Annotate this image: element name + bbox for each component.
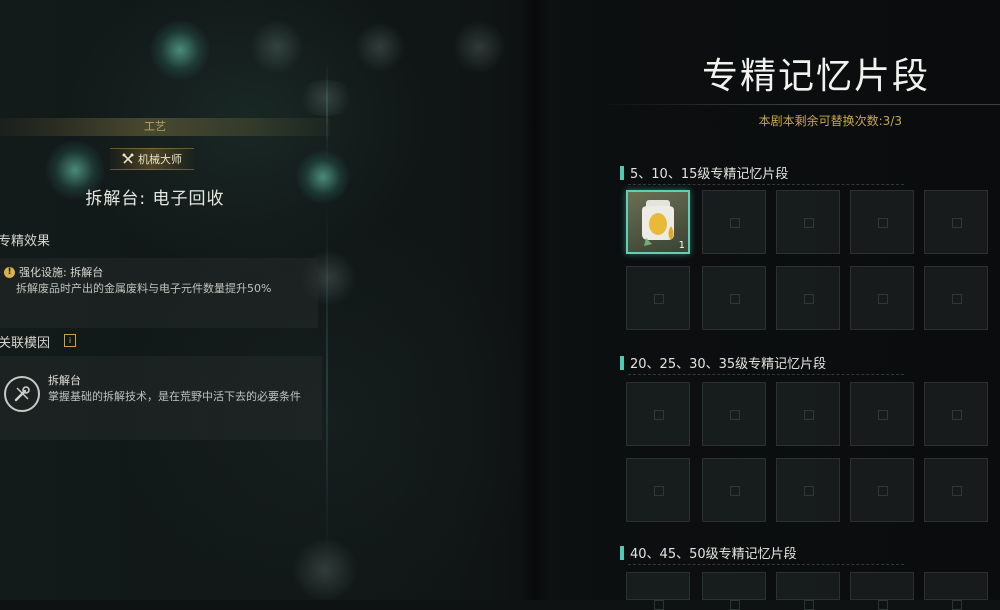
tier-divider — [628, 374, 904, 375]
tier-label: 40、45、50级专精记忆片段 — [630, 547, 797, 562]
memory-slot-empty[interactable] — [776, 382, 840, 446]
skill-node[interactable] — [290, 540, 360, 600]
memory-slot-empty[interactable] — [776, 266, 840, 330]
memory-slot-empty[interactable] — [702, 190, 766, 254]
memory-slot-empty[interactable] — [776, 458, 840, 522]
skill-node[interactable] — [150, 20, 210, 80]
tools-icon — [4, 376, 40, 412]
memory-slot-empty[interactable] — [626, 266, 690, 330]
skill-node[interactable] — [452, 20, 506, 74]
remaining-replacements: 本剧本剩余可替换次数:3/3 — [758, 114, 902, 128]
memory-slot-empty[interactable] — [850, 572, 914, 610]
memory-slot-empty[interactable] — [924, 266, 988, 330]
effect-header: ! 强化设施: 拆解台 — [4, 264, 103, 280]
memory-slot-empty[interactable] — [776, 190, 840, 254]
memory-slot-empty[interactable] — [850, 190, 914, 254]
tier-header: 40、45、50级专精记忆片段 — [620, 543, 797, 562]
related-gene-card[interactable]: 拆解台 掌握基础的拆解技术，是在荒野中活下去的必要条件 — [0, 356, 322, 440]
tier-header: 20、25、30、35级专精记忆片段 — [620, 353, 826, 372]
info-tag-icon[interactable]: i — [64, 334, 76, 347]
tier-divider — [628, 184, 904, 185]
effect-box: ! 强化设施: 拆解台 拆解废品时产出的金属废料与电子元件数量提升50% — [0, 258, 318, 328]
wrench-cross-icon — [122, 153, 134, 164]
tier-label: 20、25、30、35级专精记忆片段 — [630, 357, 827, 372]
effect-name: 强化设施: 拆解台 — [19, 266, 104, 279]
memory-slot-empty[interactable] — [626, 458, 690, 522]
gene-section-title: 关联模因 — [0, 336, 51, 351]
category-label: 工艺 — [144, 120, 166, 133]
effect-description: 拆解废品时产出的金属废料与电子元件数量提升50% — [16, 282, 272, 295]
master-badge-label: 机械大师 — [138, 153, 182, 166]
memory-slot-empty[interactable] — [626, 572, 690, 610]
effect-section-title: 专精效果 — [0, 234, 51, 249]
tier-label: 5、10、15级专精记忆片段 — [630, 167, 789, 182]
memory-slot-empty[interactable] — [850, 266, 914, 330]
memory-slot-empty[interactable] — [702, 458, 766, 522]
facility-title: 拆解台: 电子回收 — [85, 189, 225, 209]
memory-slot-empty[interactable] — [850, 458, 914, 522]
memory-slot-empty[interactable] — [702, 382, 766, 446]
tier-marker — [620, 545, 624, 560]
skill-detail-panel: 工艺 机械大师 拆解台: 电子回收 专精效果 ! 强化设施: 拆解台 拆解废品时… — [0, 110, 330, 450]
page-title: 专精记忆片段 — [701, 56, 930, 97]
tier-marker — [620, 355, 624, 370]
memory-slot-empty[interactable] — [924, 458, 988, 522]
memory-slot-empty[interactable] — [702, 266, 766, 330]
memory-slot-empty[interactable] — [850, 382, 914, 446]
upgrade-icon: ! — [4, 266, 15, 278]
tier-divider — [628, 564, 904, 565]
panel-divider — [520, 0, 550, 600]
item-count: 1 — [678, 240, 685, 251]
memory-slot-empty[interactable] — [702, 572, 766, 610]
skill-node[interactable] — [250, 20, 304, 74]
tier-marker — [620, 165, 624, 180]
gene-name: 拆解台 — [48, 374, 81, 387]
memory-slot-equipped[interactable]: 1 — [626, 190, 690, 254]
master-badge: 机械大师 — [110, 148, 194, 170]
tier-header: 5、10、15级专精记忆片段 — [620, 163, 788, 182]
memory-slot-empty[interactable] — [924, 190, 988, 254]
memory-slot-empty[interactable] — [776, 572, 840, 610]
title-divider — [598, 104, 1000, 105]
memory-slot-empty[interactable] — [924, 382, 988, 446]
skill-node[interactable] — [355, 22, 405, 72]
gene-description: 掌握基础的拆解技术，是在荒野中活下去的必要条件 — [48, 390, 301, 403]
memory-slot-empty[interactable] — [924, 572, 988, 610]
memory-slot-empty[interactable] — [626, 382, 690, 446]
